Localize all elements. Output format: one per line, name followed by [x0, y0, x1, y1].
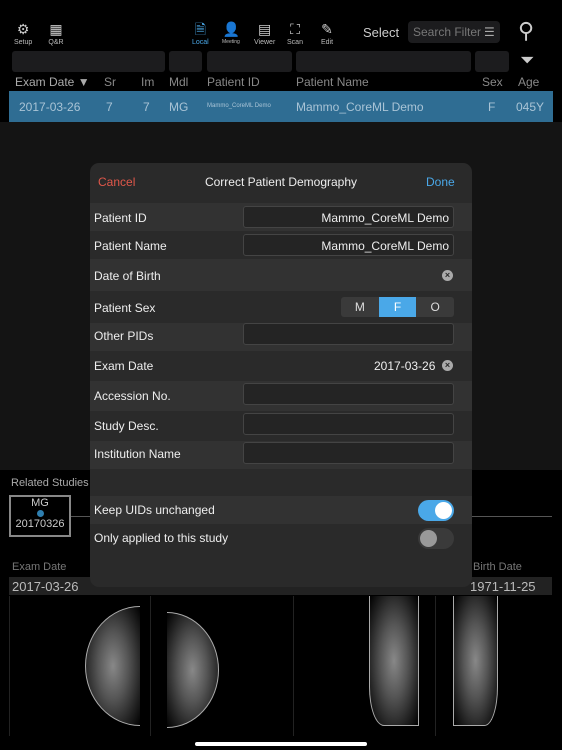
accession-label: Accession No. [94, 389, 171, 403]
home-indicator [195, 742, 367, 746]
sex-option-o[interactable]: O [416, 297, 454, 317]
search-icon[interactable]: ⚲ [518, 18, 534, 44]
mammogram-rmlo[interactable] [293, 596, 434, 736]
study-desc-label: Study Desc. [94, 419, 159, 433]
keep-uids-label: Keep UIDs unchanged [94, 503, 215, 517]
sex-segmented-control[interactable]: M F O [341, 297, 454, 317]
gear-icon: ⚙ [16, 21, 30, 37]
clear-exam-date-icon[interactable]: × [442, 360, 453, 371]
viewer-button[interactable]: ▤ Viewer [254, 21, 275, 47]
col-sr[interactable]: Sr [104, 75, 116, 89]
correct-demography-dialog: Cancel Correct Patient Demography Done P… [90, 163, 472, 587]
filter-patient-name[interactable] [296, 51, 471, 72]
other-pids-input[interactable] [243, 323, 454, 345]
done-button[interactable]: Done [426, 175, 455, 189]
filter-mdl[interactable] [169, 51, 202, 72]
mammogram-lcc[interactable] [150, 596, 292, 736]
search-filter-input[interactable]: Search Filter ☰ [408, 21, 500, 43]
edit-button[interactable]: ✎ Edit [319, 21, 335, 47]
edit-icon: ✎ [321, 21, 333, 37]
qr-button[interactable]: ▦ Q&R [48, 21, 64, 47]
patient-id-label: Patient ID [94, 211, 147, 225]
exam-date-value[interactable]: 2017-03-26 [374, 359, 435, 373]
qr-icon: ▦ [49, 21, 63, 37]
sex-label: Patient Sex [94, 301, 156, 315]
detail-birth-label: Birth Date [473, 561, 522, 573]
col-age[interactable]: Age [518, 75, 539, 89]
study-desc-input[interactable] [243, 413, 454, 435]
other-pids-label: Other PIDs [94, 329, 154, 343]
dialog-title: Correct Patient Demography [204, 175, 358, 189]
col-sex[interactable]: Sex [482, 75, 503, 89]
sex-option-f[interactable]: F [378, 297, 417, 317]
dob-label: Date of Birth [94, 269, 161, 283]
person-icon: 👤 [222, 21, 241, 37]
filter-sex[interactable] [475, 51, 509, 72]
study-row[interactable]: 2017-03-26 7 7 MG Mammo_CoreML Demo Mamm… [9, 91, 553, 122]
only-study-toggle[interactable] [418, 528, 454, 549]
filter-patient-id[interactable] [207, 51, 292, 72]
patient-name-input[interactable]: Mammo_CoreML Demo [243, 234, 454, 256]
related-study-thumb[interactable]: MG 20170326 [9, 495, 71, 537]
institution-label: Institution Name [94, 447, 181, 461]
local-button[interactable]: 🗎 Local [192, 21, 209, 47]
sex-option-m[interactable]: M [341, 297, 379, 317]
mammogram-rcc[interactable] [9, 596, 149, 736]
related-studies-title: Related Studies [11, 477, 89, 489]
accession-input[interactable] [243, 383, 454, 405]
detail-exam-date-label: Exam Date [12, 561, 67, 573]
setup-button[interactable]: ⚙ Setup [14, 21, 32, 47]
viewer-icon: ▤ [258, 21, 272, 37]
timeline-dot [36, 510, 44, 517]
clear-dob-icon[interactable]: × [442, 270, 453, 281]
scan-button[interactable]: ⛶ Scan [287, 21, 303, 47]
patient-name-label: Patient Name [94, 239, 167, 253]
patient-id-input[interactable]: Mammo_CoreML Demo [243, 206, 454, 228]
col-im[interactable]: Im [141, 75, 154, 89]
col-patient-id[interactable]: Patient ID [207, 75, 260, 89]
select-button[interactable]: Select [363, 25, 399, 40]
dialog-header: Cancel Correct Patient Demography Done [90, 163, 472, 200]
col-exam-date[interactable]: Exam Date ▼ [15, 75, 90, 89]
mammogram-lmlo[interactable] [435, 596, 552, 736]
meeting-button[interactable]: 👤 Meeting [222, 21, 241, 46]
sliders-icon: ☰ [484, 25, 495, 39]
scan-icon: ⛶ [290, 21, 300, 37]
col-patient-name[interactable]: Patient Name [296, 75, 369, 89]
only-study-label: Only applied to this study [94, 531, 229, 545]
col-mdl[interactable]: Mdl [169, 75, 188, 89]
filter-exam-date[interactable] [12, 51, 165, 72]
clear-filter-icon[interactable]: ⏷ [520, 50, 534, 71]
exam-date-label: Exam Date [94, 359, 154, 373]
local-icon: 🗎 [194, 21, 206, 37]
institution-input[interactable] [243, 442, 454, 464]
keep-uids-toggle[interactable] [418, 500, 454, 521]
